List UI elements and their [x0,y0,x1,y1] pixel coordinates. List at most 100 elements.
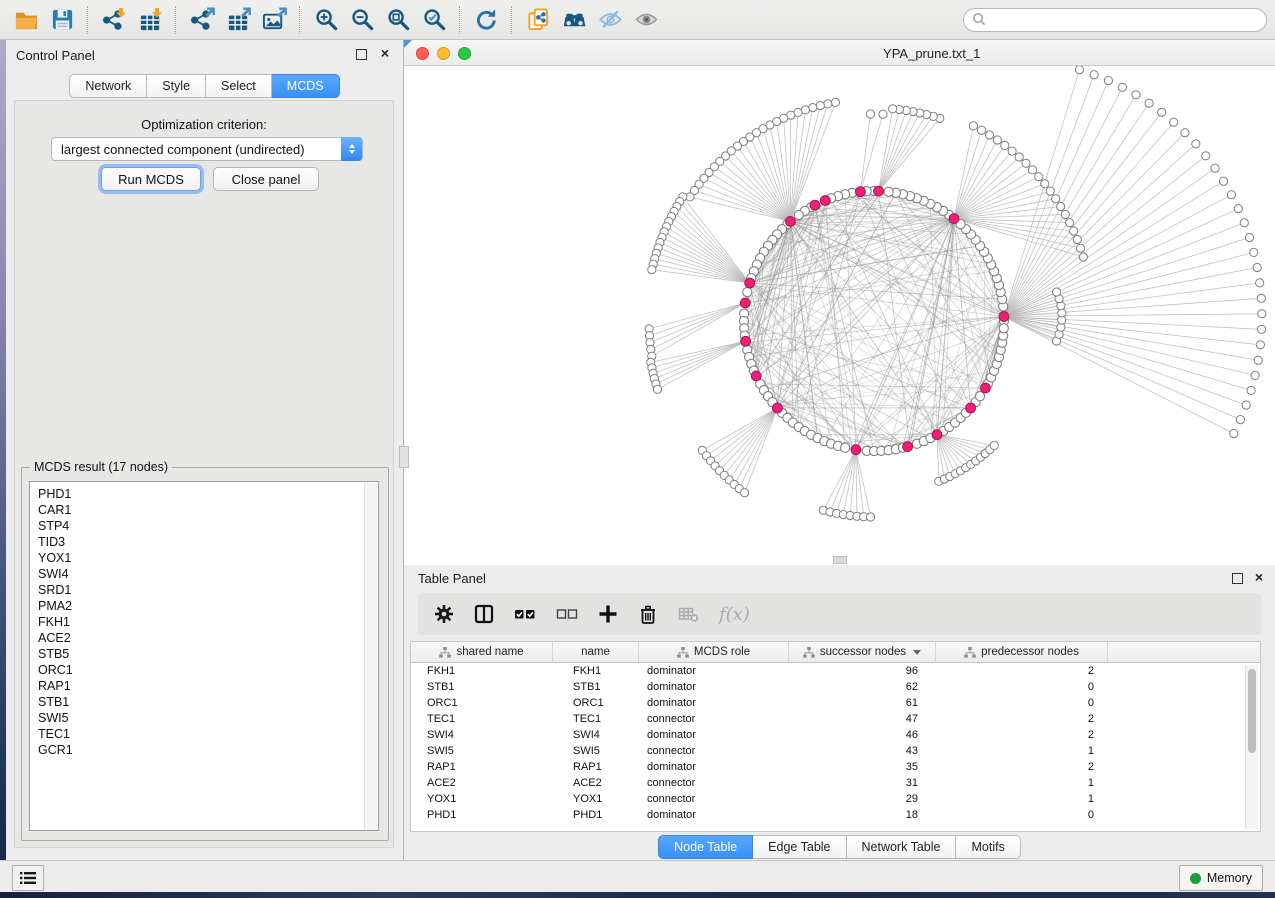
add-column-icon[interactable] [598,604,618,624]
tab-select[interactable]: Select [206,74,272,98]
table-row[interactable]: FKH1FKH1dominator962 [411,663,1260,679]
save-session-button[interactable] [44,4,80,36]
network-window-title: YPA_prune.txt_1 [883,46,980,61]
horizontal-splitter-handle[interactable] [833,556,847,564]
duplicate-network-button[interactable] [520,4,556,36]
mcds-result-item[interactable]: STP4 [30,518,378,534]
close-panel-button[interactable]: Close panel [213,167,319,191]
tab-network-table[interactable]: Network Table [847,835,957,859]
memory-button[interactable]: Memory [1179,865,1263,891]
table-scrollbar[interactable] [1245,665,1258,829]
open-session-button[interactable] [8,4,44,36]
zoom-fit-button[interactable] [380,4,416,36]
network-leaf-nodes[interactable] [645,66,1266,521]
float-table-panel-icon[interactable] [1232,573,1243,584]
table-scrollbar-thumb[interactable] [1248,669,1256,753]
mcds-result-item[interactable]: PHD1 [30,486,378,502]
mcds-result-item[interactable]: STB5 [30,646,378,662]
column-menu-icon[interactable] [913,650,921,655]
node-table-header: shared namenameMCDS rolesuccessor nodes p… [411,642,1260,663]
import-table-button[interactable] [132,4,168,36]
close-panel-icon[interactable]: × [381,48,389,58]
window-maximize-icon[interactable] [458,47,471,60]
network-export-icon [190,7,215,32]
import-network-button[interactable] [96,4,132,36]
mcds-list-scrollbar[interactable] [364,483,377,831]
close-table-panel-icon[interactable]: × [1255,572,1263,582]
main-toolbar [0,0,1275,40]
zoom-in-button[interactable] [308,4,344,36]
mcds-result-item[interactable]: TID3 [30,534,378,550]
table-row[interactable]: ORC1ORC1dominator610 [411,695,1260,711]
column-label: predecessor nodes [981,646,1079,658]
mcds-result-item[interactable]: CAR1 [30,502,378,518]
show-columns-icon[interactable] [474,604,494,624]
column-header-MCDS-role[interactable]: MCDS role [639,642,789,662]
zoom-selected-button[interactable] [416,4,452,36]
table-row[interactable]: RAP1RAP1dominator352 [411,759,1260,775]
column-header-predecessor-nodes[interactable]: predecessor nodes [936,642,1108,662]
mcds-result-item[interactable]: GCR1 [30,742,378,758]
column-header-shared-name[interactable]: shared name [411,642,553,662]
window-minimize-icon[interactable] [437,47,450,60]
search-box [963,8,1267,32]
mcds-result-item[interactable]: TEC1 [30,726,378,742]
float-panel-icon[interactable] [356,49,367,60]
optimization-criterion-value: largest connected component (undirected) [61,142,305,157]
cell-name: ORC1 [553,695,639,711]
column-header-successor-nodes[interactable]: successor nodes [789,642,936,662]
settings-gear-icon[interactable] [434,604,454,624]
zoom-out-button[interactable] [344,4,380,36]
network-canvas[interactable] [405,66,1274,564]
show-all-button[interactable] [628,4,664,36]
window-close-icon[interactable] [416,47,429,60]
table-row[interactable]: SWI5SWI5connector431 [411,743,1260,759]
table-row[interactable]: SWI4SWI4dominator462 [411,727,1260,743]
delete-column-icon[interactable] [638,604,658,625]
refresh-view-button[interactable] [468,4,504,36]
cell-mcds-role: connector [639,775,789,791]
search-input[interactable] [963,8,1267,32]
table-row[interactable]: PHD1PHD1dominator180 [411,807,1260,823]
select-stepper-icon [341,137,362,161]
cell-predecessor-nodes: 1 [936,791,1108,807]
run-mcds-button[interactable]: Run MCDS [101,167,201,191]
find-button[interactable] [556,4,592,36]
select-all-icon[interactable] [514,604,536,624]
cell-mcds-role: dominator [639,807,789,823]
cell-predecessor-nodes: 2 [936,759,1108,775]
mcds-result-item[interactable]: SWI4 [30,566,378,582]
tab-mcds[interactable]: MCDS [272,74,340,98]
mcds-result-item[interactable]: FKH1 [30,614,378,630]
table-row[interactable]: STB1STB1dominator620 [411,679,1260,695]
optimization-criterion-select[interactable]: largest connected component (undirected) [51,137,363,161]
table-row[interactable]: ACE2ACE2connector311 [411,775,1260,791]
tab-edge-table[interactable]: Edge Table [753,835,846,859]
deselect-all-icon[interactable] [556,604,578,624]
mcds-result-item[interactable]: ACE2 [30,630,378,646]
mcds-result-item[interactable]: RAP1 [30,678,378,694]
mcds-result-item[interactable]: SRD1 [30,582,378,598]
mcds-result-item[interactable]: PMA2 [30,598,378,614]
export-image-button[interactable] [256,4,292,36]
mcds-result-item[interactable]: SWI5 [30,710,378,726]
cell-shared-name: FKH1 [411,663,553,679]
column-header-name[interactable]: name [553,642,639,662]
table-row[interactable]: YOX1YOX1connector291 [411,791,1260,807]
cell-successor-nodes: 47 [789,711,936,727]
tab-network[interactable]: Network [69,74,147,98]
tab-style[interactable]: Style [147,74,206,98]
mcds-result-item[interactable]: YOX1 [30,550,378,566]
mcds-result-item[interactable]: STB1 [30,694,378,710]
mcds-result-item[interactable]: ORC1 [30,662,378,678]
export-network-button[interactable] [184,4,220,36]
table-row[interactable]: TEC1TEC1connector472 [411,711,1260,727]
vertical-splitter-handle[interactable] [399,446,409,468]
tab-node-table[interactable]: Node Table [658,835,753,859]
image-export-icon [262,7,287,32]
folder-icon [14,7,39,32]
tab-motifs[interactable]: Motifs [956,835,1020,859]
task-history-button[interactable] [12,865,44,891]
export-table-button[interactable] [220,4,256,36]
hide-selected-button[interactable] [592,4,628,36]
